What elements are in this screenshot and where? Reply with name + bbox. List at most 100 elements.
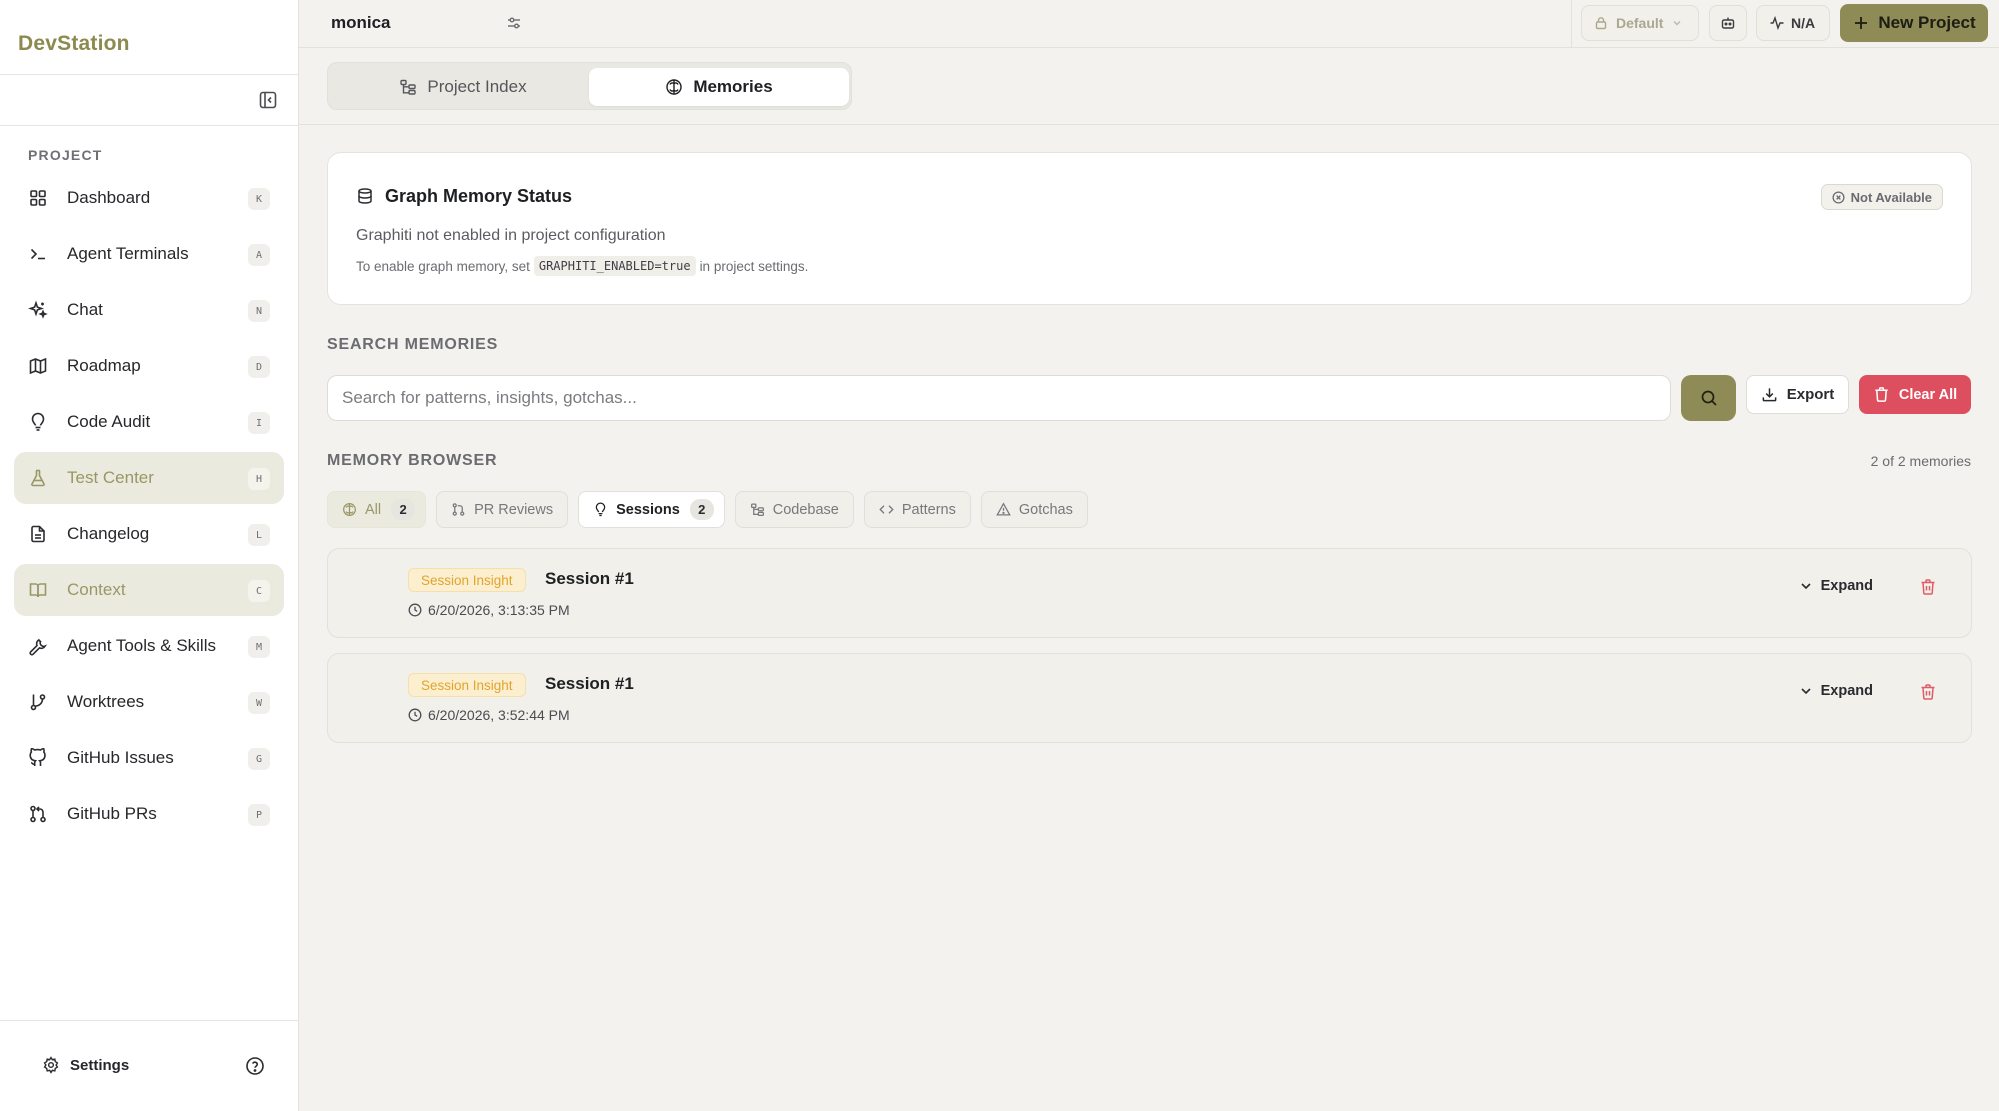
git-pull-request-icon [451,502,466,517]
new-project-label: New Project [1878,13,1976,32]
profile-label: Default [1616,15,1664,31]
shortcut-key: C [248,580,270,602]
shortcut-key: L [248,524,270,546]
shortcut-key: P [248,804,270,826]
filter-patterns[interactable]: Patterns [863,491,971,528]
status-badge: Not Available [1820,184,1943,210]
memory-card[interactable]: Session Insight Session #1 6/20/2026, 3:… [327,548,1972,638]
help-icon[interactable] [245,1056,265,1076]
git-branch-icon [28,692,48,712]
brain-icon [342,502,357,517]
delete-memory-icon[interactable] [1919,683,1937,701]
shortcut-key: D [248,356,270,378]
filter-gotchas[interactable]: Gotchas [980,491,1088,528]
sidebar-nav: Dashboard K Agent Terminals A Chat N Roa… [14,172,284,844]
sidebar-item-worktrees[interactable]: Worktrees W [14,676,284,728]
sidebar-item-changelog[interactable]: Changelog L [14,508,284,560]
sliders-icon[interactable] [506,15,522,31]
clear-all-button[interactable]: Clear All [1859,375,1971,414]
sidebar-item-label: Agent Terminals [67,244,189,263]
sidebar-item-code-audit[interactable]: Code Audit I [14,396,284,448]
new-project-button[interactable]: New Project [1840,4,1988,42]
sidebar-item-dashboard[interactable]: Dashboard K [14,172,284,224]
sidebar-item-label: Test Center [67,468,154,487]
filter-pr-reviews[interactable]: PR Reviews [436,491,569,528]
clear-all-label: Clear All [1898,386,1958,403]
shortcut-key: K [248,188,270,210]
filter-label: Patterns [901,501,956,518]
shortcut-key: W [248,692,270,714]
tab-memories[interactable]: Memories [589,68,849,106]
map-icon [28,356,48,376]
book-open-icon [28,580,48,600]
memory-timestamp: 6/20/2026, 3:13:35 PM [408,602,570,618]
sidebar-item-github-prs[interactable]: GitHub PRs P [14,788,284,840]
sidebar-item-context[interactable]: Context C [14,564,284,616]
shortcut-key: G [248,748,270,770]
status-indicator[interactable]: N/A [1756,5,1830,41]
expand-label: Expand [1820,683,1873,699]
sidebar-item-github-issues[interactable]: GitHub Issues G [14,732,284,784]
tab-project-index[interactable]: Project Index [333,68,593,106]
folder-tree-icon [399,78,417,96]
bot-icon [1720,15,1736,31]
sidebar-section-label: PROJECT [28,147,103,163]
memory-title: Session #1 [545,569,634,588]
sidebar-item-label: Worktrees [67,692,145,711]
memory-title: Session #1 [545,674,634,693]
sidebar-item-label: GitHub Issues [67,748,174,767]
search-icon [1700,389,1718,407]
activity-icon [1769,15,1785,31]
terminal-icon [28,244,48,264]
expand-button[interactable]: Expand [1799,578,1873,594]
filter-sessions[interactable]: Sessions 2 [578,491,725,528]
code-icon [879,502,894,517]
project-tab[interactable]: monica [331,13,391,33]
settings-button[interactable]: Settings [32,1056,129,1074]
git-pull-request-icon [28,804,48,824]
filter-label: Gotchas [1018,501,1073,518]
lightbulb-icon [593,502,608,517]
memory-timestamp-text: 6/20/2026, 3:13:35 PM [428,602,570,618]
expand-label: Expand [1820,578,1873,594]
search-input[interactable] [327,375,1671,421]
status-description: Graphiti not enabled in project configur… [356,227,666,244]
expand-button[interactable]: Expand [1799,683,1873,699]
filter-label: Codebase [772,501,839,518]
database-icon [356,187,374,205]
memory-card[interactable]: Session Insight Session #1 6/20/2026, 3:… [327,653,1972,743]
delete-memory-icon[interactable] [1919,578,1937,596]
status-hint: To enable graph memory, set GRAPHITI_ENA… [356,256,808,276]
profile-select[interactable]: Default [1581,5,1699,41]
file-text-icon [28,524,48,544]
sidebar-item-roadmap[interactable]: Roadmap D [14,340,284,392]
sidebar-item-chat[interactable]: Chat N [14,284,284,336]
sidebar-item-agent-tools[interactable]: Agent Tools & Skills M [14,620,284,672]
status-label: N/A [1791,15,1816,31]
trash-icon [1873,386,1890,403]
memory-count: 2 of 2 memories [1870,453,1971,469]
shortcut-key: A [248,244,270,266]
sidebar-item-label: Agent Tools & Skills [67,636,216,655]
agent-button[interactable] [1709,5,1747,41]
filter-count: 2 [391,499,416,520]
hint-prefix: To enable graph memory, set [356,258,530,274]
lightbulb-icon [28,412,48,432]
sidebar-item-agent-terminals[interactable]: Agent Terminals A [14,228,284,280]
sidebar-collapse-icon[interactable] [258,90,278,110]
content-divider [299,124,1999,125]
sidebar: DevStation PROJECT Dashboard K Agent Ter… [0,0,299,1111]
filter-codebase[interactable]: Codebase [734,491,854,528]
sidebar-item-label: Code Audit [67,412,151,431]
flask-icon [28,468,48,488]
filter-all[interactable]: All 2 [327,491,427,528]
memory-filters: All 2 PR Reviews Sessions 2 Codebase Pat… [327,491,1098,528]
filter-label: All [365,501,382,518]
graph-memory-status-card: Graph Memory Status Not Available Graphi… [327,152,1972,305]
sidebar-item-label: Dashboard [67,188,151,207]
clock-icon [408,603,422,617]
search-button[interactable] [1681,375,1736,421]
export-button[interactable]: Export [1746,375,1849,414]
sidebar-item-test-center[interactable]: Test Center H [14,452,284,504]
app-brand: DevStation [18,32,130,55]
